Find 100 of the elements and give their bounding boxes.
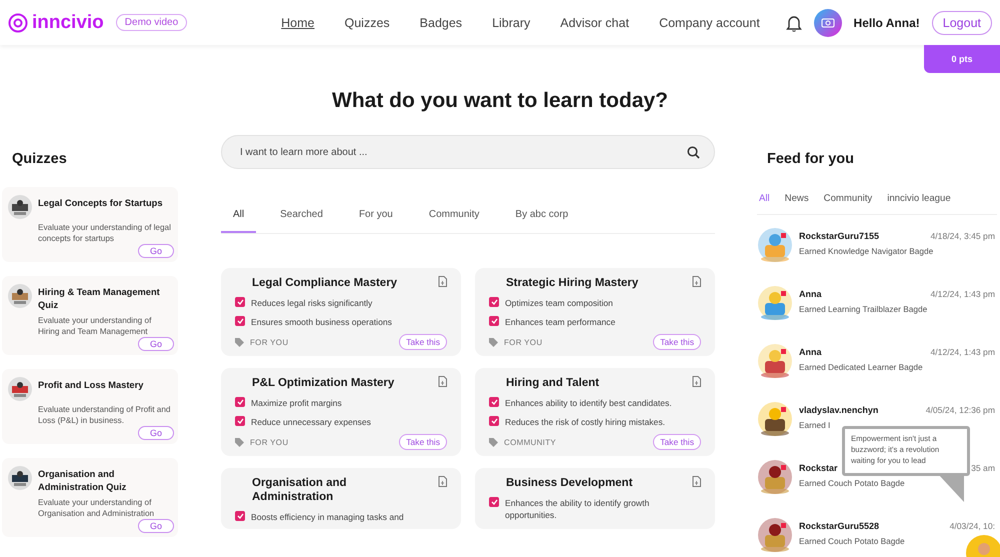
tab[interactable]: By abc corp [503, 201, 580, 233]
checkbox[interactable] [235, 297, 245, 307]
benefit-text: Enhances ability to identify best candidates. [505, 397, 672, 409]
course-tag: COMMUNITY [504, 438, 556, 446]
feed-text: Earned Couch Potato Bagde [799, 478, 906, 488]
quiz-title: Legal Concepts for Startups [38, 197, 162, 210]
feed-username: Rockstar [799, 463, 838, 473]
tab[interactable]: For you [346, 201, 405, 233]
quiz-description: Evaluate your understanding of Organisation and Administration [38, 497, 156, 519]
avatar[interactable] [814, 8, 842, 36]
take-this-button[interactable]: Take this [653, 334, 701, 350]
go-button[interactable]: Go [138, 426, 174, 440]
quiz-title: Profit and Loss Mastery [38, 379, 144, 392]
search-bar[interactable]: I want to learn more about ... [221, 135, 715, 169]
camera-icon [820, 17, 835, 28]
checkbox[interactable] [235, 511, 245, 521]
feed-date: 35 am [971, 463, 995, 473]
search-field[interactable]: I want to learn more about ... [238, 146, 687, 158]
tag-icon [489, 438, 498, 446]
feed-username: RockstarGuru5528 [799, 521, 880, 531]
feed-username: Anna [799, 289, 822, 299]
feed-date: 4/18/24, 3:45 pm [930, 231, 995, 241]
page-heading: What do you want to learn today? [331, 89, 669, 113]
course-title: Business Development [506, 476, 633, 490]
take-this-button[interactable]: Take this [399, 434, 447, 450]
course-title: Strategic Hiring Mastery [506, 276, 638, 290]
feed-tab[interactable]: All [759, 193, 770, 204]
section-title: Feed for you [767, 151, 856, 167]
go-button[interactable]: Go [138, 244, 174, 258]
course-tag: FOR YOU [250, 438, 288, 446]
checkbox[interactable] [489, 316, 499, 326]
course-title: Organisation and Administration [252, 476, 348, 504]
feed-date: 4/12/24, 1:43 pm [930, 347, 995, 357]
quiz-description: Evaluate your understanding of legal concepts for startups [38, 222, 172, 244]
tag-icon [489, 338, 498, 346]
feed-text: Earned Learning Trailblazer Bagde [799, 304, 928, 314]
tab[interactable]: Searched [268, 201, 335, 233]
benefit-text: Optimizes team composition [505, 297, 613, 309]
benefit-text: Maximize profit margins [251, 397, 342, 409]
nav-link[interactable]: Company account [659, 16, 760, 30]
nav-link[interactable]: Badges [420, 16, 462, 30]
feed-tab[interactable]: inncivio league [887, 193, 951, 204]
search-icon[interactable] [687, 146, 700, 158]
logo-icon [8, 12, 28, 32]
checkbox[interactable] [489, 397, 499, 407]
benefit-text: Reduces legal risks significantly [251, 297, 372, 309]
tab[interactable]: Community [416, 201, 492, 233]
benefit-text: Reduce unnecessary expenses [251, 416, 371, 428]
go-button[interactable]: Go [138, 337, 174, 351]
checkbox[interactable] [235, 316, 245, 326]
section-title: Quizzes [12, 151, 68, 167]
take-this-button[interactable]: Take this [653, 434, 701, 450]
benefit-text: Boosts efficiency in managing tasks and [251, 511, 404, 523]
benefit-text: Enhances team performance [505, 316, 616, 328]
checkbox[interactable] [489, 497, 499, 507]
nav-link[interactable]: Quizzes [344, 16, 390, 30]
document-icon[interactable] [438, 376, 447, 387]
checkbox[interactable] [235, 416, 245, 426]
course-title: Legal Compliance Mastery [252, 276, 398, 290]
document-icon[interactable] [692, 276, 701, 287]
greeting: Hello Anna! [854, 16, 920, 30]
feed-username: Anna [799, 347, 822, 357]
feed-date: 4/05/24, 12:36 pm [926, 405, 995, 415]
bell-icon[interactable] [786, 14, 802, 32]
nav-link[interactable]: Home [281, 16, 314, 30]
go-button[interactable]: Go [138, 519, 174, 533]
tab[interactable]: All [221, 201, 256, 233]
course-tag: FOR YOU [250, 338, 288, 346]
checkbox[interactable] [489, 416, 499, 426]
feed-tab[interactable]: Community [824, 193, 872, 204]
feed-username: RockstarGuru7155 [799, 231, 880, 241]
nav-link[interactable]: Advisor chat [560, 16, 630, 30]
course-title: P&L Optimization Mastery [252, 376, 394, 390]
tag-icon [235, 338, 244, 346]
benefit-text: Enhances the ability to identify growth opportunities. [505, 497, 650, 521]
quiz-description: Evaluate your understanding of Hiring and Team Management [38, 315, 152, 337]
demo-video-button[interactable]: Demo video [116, 14, 188, 31]
feed-text: Earned Dedicated Learner Bagde [799, 362, 924, 372]
quiz-title: Organisation and Administration Quiz [38, 468, 128, 494]
feed-tab[interactable]: News [784, 193, 809, 204]
speech-bubble-tail [938, 474, 964, 502]
nav-link[interactable]: Library [492, 16, 530, 30]
feed-username: vladyslav.nenchyn [799, 405, 878, 415]
course-title: Hiring and Talent [506, 376, 600, 390]
quiz-description: Evaluate understanding of Profit and Loss (P&L) in business. [38, 404, 172, 426]
logout-button[interactable]: Logout [932, 10, 992, 34]
benefit-text: Ensures smooth business operations [251, 316, 392, 328]
checkbox[interactable] [235, 397, 245, 407]
checkbox[interactable] [489, 297, 499, 307]
take-this-button[interactable]: Take this [399, 334, 447, 350]
logo[interactable]: inncivio [8, 12, 104, 34]
feed-date: 4/03/24, 10: [950, 521, 995, 531]
quiz-title: Hiring & Team Management Quiz [38, 286, 161, 312]
tag-icon [235, 438, 244, 446]
document-icon[interactable] [438, 276, 447, 287]
document-icon[interactable] [692, 476, 701, 487]
points-button[interactable]: 0 pts [924, 45, 1000, 73]
feed-date: 4/12/24, 1:43 pm [930, 289, 995, 299]
document-icon[interactable] [692, 376, 701, 387]
document-icon[interactable] [438, 476, 447, 487]
